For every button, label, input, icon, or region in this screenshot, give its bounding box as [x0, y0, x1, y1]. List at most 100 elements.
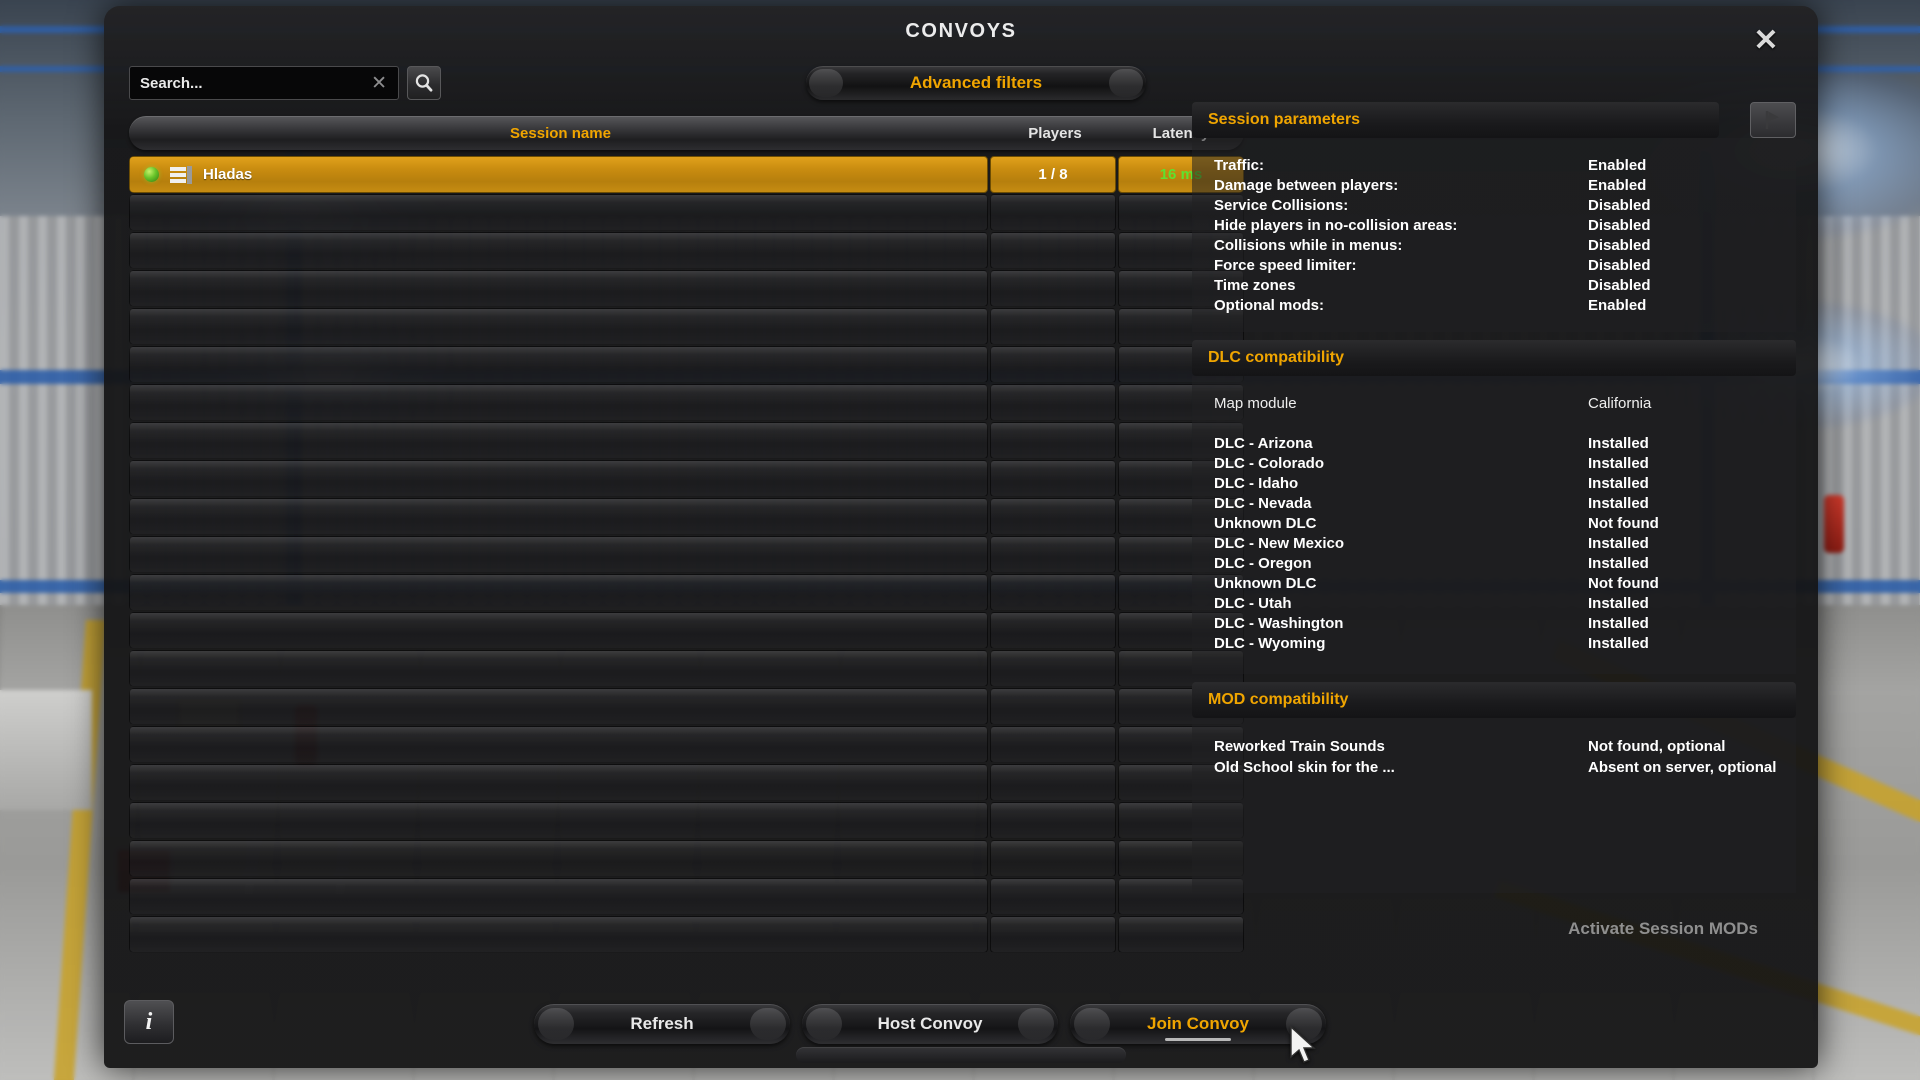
- dlc-row-value: Installed: [1588, 595, 1649, 612]
- cell-session-name: [129, 422, 988, 459]
- cell-players: [990, 726, 1116, 763]
- cell-players: [990, 612, 1116, 649]
- mod-state: Not found, optional: [1588, 738, 1726, 755]
- table-row[interactable]: [129, 688, 1244, 725]
- cell-players: [990, 346, 1116, 383]
- table-row[interactable]: [129, 612, 1244, 649]
- activate-session-mods-button[interactable]: Activate Session MODs: [1568, 919, 1758, 939]
- cell-players: [990, 916, 1116, 953]
- mod-compatibility-title: MOD compatibility: [1208, 691, 1349, 708]
- cell-players: [990, 422, 1116, 459]
- table-row[interactable]: [129, 232, 1244, 269]
- cell-session-name: [129, 384, 988, 421]
- dlc-row-value: Installed: [1588, 435, 1649, 452]
- mod-states-column: Not found, optional Absent on server, opt…: [1588, 736, 1780, 778]
- table-row[interactable]: [129, 536, 1244, 573]
- session-parameters-title: Session parameters: [1208, 111, 1361, 128]
- search-box[interactable]: ✕: [129, 66, 399, 100]
- search-button[interactable]: [407, 66, 441, 100]
- session-parameter-value: Disabled: [1588, 277, 1651, 294]
- mod-name: Reworked Train Sounds: [1214, 738, 1385, 755]
- table-row[interactable]: [129, 916, 1244, 953]
- refresh-label: Refresh: [630, 1014, 694, 1033]
- search-input[interactable]: [140, 74, 369, 92]
- dlc-compatibility-body: Map module California DLC - Arizona Install…: [1192, 376, 1796, 674]
- cell-players: [990, 802, 1116, 839]
- table-row[interactable]: [129, 460, 1244, 497]
- table-row[interactable]: [129, 726, 1244, 763]
- table-row[interactable]: [129, 802, 1244, 839]
- table-row[interactable]: [129, 346, 1244, 383]
- dlc-row: DLC - Oregon Installed: [1214, 554, 1780, 574]
- table-row[interactable]: [129, 764, 1244, 801]
- cell-players: [990, 270, 1116, 307]
- dlc-row: DLC - Arizona Installed: [1214, 434, 1780, 454]
- status-online-icon: [144, 167, 159, 182]
- join-convoy-underline: [1165, 1038, 1231, 1041]
- session-list-panel: ✕ Advanced filters Session name Players …: [124, 56, 1244, 988]
- cell-players: [990, 308, 1116, 345]
- dlc-row: DLC - Utah Installed: [1214, 594, 1780, 614]
- join-convoy-button[interactable]: Join Convoy: [1070, 1004, 1326, 1044]
- session-parameter-value: Disabled: [1588, 257, 1651, 274]
- session-rows: Hladas 1 / 8 16 ms: [129, 156, 1244, 988]
- mod-state: Absent on server, optional: [1588, 759, 1777, 776]
- close-icon[interactable]: ✕: [1746, 22, 1786, 62]
- session-parameters-header: Session parameters: [1192, 102, 1719, 138]
- session-parameter-row: Optional mods: Enabled: [1214, 296, 1780, 316]
- report-session-button[interactable]: [1750, 102, 1796, 138]
- dlc-row-value: Installed: [1588, 555, 1649, 572]
- table-row[interactable]: [129, 308, 1244, 345]
- mod-compatibility-panel: MOD compatibility Reworked Train Sounds O…: [1192, 682, 1796, 938]
- column-header-session-name[interactable]: Session name: [129, 125, 992, 142]
- table-row[interactable]: [129, 840, 1244, 877]
- convoys-dialog: CONVOYS ✕ ✕ Advanced filters Session nam…: [104, 6, 1818, 1068]
- dlc-row-label: DLC - Oregon: [1214, 555, 1312, 572]
- join-convoy-label: Join Convoy: [1146, 1014, 1249, 1033]
- session-parameter-row: Hide players in no-collision areas: Disab…: [1214, 216, 1780, 236]
- cell-session-name: [129, 270, 988, 307]
- dlc-row-value: Installed: [1588, 635, 1649, 652]
- info-button[interactable]: i: [124, 1000, 174, 1044]
- cell-players: [990, 498, 1116, 535]
- mod-names-column: Reworked Train Sounds Old School skin for…: [1214, 736, 1588, 778]
- cell-session-name: [129, 308, 988, 345]
- session-parameter-value: Enabled: [1588, 297, 1647, 314]
- bottom-scroll-handle[interactable]: [796, 1047, 1126, 1063]
- dlc-row-label: DLC - Arizona: [1214, 435, 1313, 452]
- dlc-row: DLC - Washington Installed: [1214, 614, 1780, 634]
- dlc-row-label: DLC - Wyoming: [1214, 635, 1326, 652]
- dlc-row: Unknown DLC Not found: [1214, 514, 1780, 534]
- table-row[interactable]: Hladas 1 / 8 16 ms: [129, 156, 1244, 193]
- dlc-row-value: Installed: [1588, 475, 1649, 492]
- cell-latency: [1118, 916, 1244, 953]
- dlc-spacer: [1214, 414, 1780, 434]
- action-button-bar: Refresh Host Convoy Join Convoy: [534, 1004, 1326, 1044]
- dlc-compatibility-header: DLC compatibility: [1192, 340, 1796, 376]
- table-row[interactable]: [129, 498, 1244, 535]
- host-convoy-button[interactable]: Host Convoy: [802, 1004, 1058, 1044]
- table-row[interactable]: [129, 384, 1244, 421]
- table-row[interactable]: [129, 574, 1244, 611]
- map-module-row-value: California: [1588, 395, 1652, 412]
- mod-compatibility-body: Reworked Train Sounds Old School skin for…: [1192, 718, 1796, 893]
- cell-players: [990, 194, 1116, 231]
- column-header-players[interactable]: Players: [992, 125, 1118, 142]
- dlc-row-value: Not found: [1588, 515, 1659, 532]
- table-row[interactable]: [129, 422, 1244, 459]
- refresh-button[interactable]: Refresh: [534, 1004, 790, 1044]
- host-convoy-label: Host Convoy: [877, 1014, 983, 1033]
- clear-search-icon[interactable]: ✕: [368, 72, 390, 95]
- cell-session-name: [129, 612, 988, 649]
- dlc-row-label: DLC - Colorado: [1214, 455, 1324, 472]
- table-row[interactable]: [129, 650, 1244, 687]
- table-row[interactable]: [129, 194, 1244, 231]
- players-value: 1 / 8: [1038, 166, 1068, 183]
- cell-players: [990, 878, 1116, 915]
- session-parameters-body: Traffic: Enabled Damage between players: En…: [1192, 138, 1796, 332]
- session-name-label: Hladas: [203, 166, 253, 183]
- table-row[interactable]: [129, 270, 1244, 307]
- advanced-filters-button[interactable]: Advanced filters: [806, 66, 1146, 100]
- table-row[interactable]: [129, 878, 1244, 915]
- dlc-row-label: Unknown DLC: [1214, 515, 1317, 532]
